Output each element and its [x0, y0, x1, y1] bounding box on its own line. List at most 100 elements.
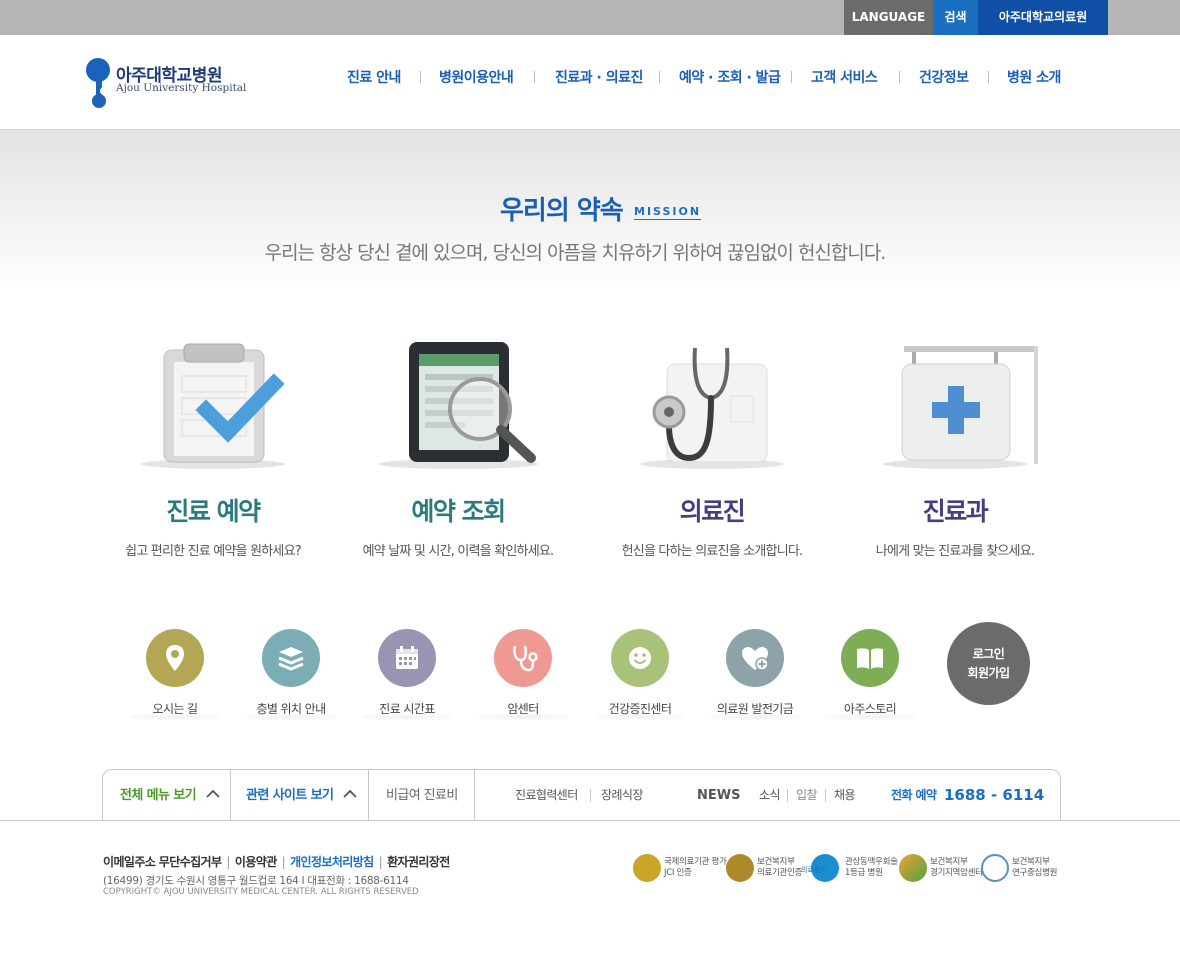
nav-about[interactable]: 병원 소개 — [1007, 67, 1061, 87]
language-button[interactable]: LANGUAGE — [844, 0, 933, 35]
all-menu-label: 전체 메뉴 보기 — [120, 788, 197, 803]
cert-text: 보건복지부 경기지역암센터 — [930, 857, 983, 879]
quick-floor-guide[interactable]: 층별 위치 안내 — [236, 628, 346, 720]
nav-divider — [791, 71, 792, 83]
footer-links: 이메일주소 무단수집거부 | 이용약관 | 개인정보처리방침 | 환자권리장전 — [103, 853, 450, 870]
nav-divider — [659, 71, 660, 83]
heart-plus-icon — [726, 629, 784, 687]
cert-jci[interactable]: 국제의료기관 평가 JCI 인증 — [633, 852, 727, 886]
partner-center-link[interactable]: 진료협력센터 — [515, 770, 578, 821]
phone-number[interactable]: 1688 - 6114 — [944, 770, 1044, 821]
quick-shadow — [130, 714, 220, 720]
news-label: NEWS — [697, 788, 741, 803]
chevron-up-icon — [343, 789, 357, 798]
cert-accreditation[interactable]: 보건복지부 의료기관인증 — [726, 852, 804, 886]
quick-shadow — [478, 714, 568, 720]
cert-line1: 보건복지부 — [930, 857, 968, 867]
related-sites-button[interactable]: 관련 사이트 보기 — [246, 770, 357, 821]
quick-cancer-center[interactable]: 암센터 — [468, 628, 578, 720]
news-item-recruit[interactable]: 채용 — [834, 770, 855, 821]
jci-seal-icon — [633, 854, 661, 882]
service-reservation[interactable]: 진료 예약 쉽고 편리한 진료 예약을 원하세요? — [98, 330, 328, 570]
stethoscope-icon — [494, 629, 552, 687]
quick-directions[interactable]: 오시는 길 — [120, 628, 230, 720]
mission-tag: MISSION — [634, 205, 702, 220]
patient-rights-link[interactable]: 환자권리장전 — [387, 855, 450, 869]
quick-schedule[interactable]: 진료 시간표 — [352, 628, 462, 720]
terms-link[interactable]: 이용약관 — [235, 855, 277, 869]
calendar-icon — [378, 629, 436, 687]
login-label: 로그인 — [972, 647, 1005, 661]
cert-text: 보건복지부 연구중심병원 — [1012, 857, 1057, 879]
footer-quick-bar: 전체 메뉴 보기 관련 사이트 보기 비급여 진료비 진료협력센터 장례식장 N… — [102, 769, 1061, 821]
utility-bar: LANGUAGE 검색 아주대학교의료원 — [0, 0, 1180, 35]
quick-shadow — [246, 714, 336, 720]
research-hospital-seal-icon — [981, 854, 1009, 882]
cert-line1: 관상동맥우회술 — [845, 857, 898, 867]
all-menu-button[interactable]: 전체 메뉴 보기 — [120, 770, 220, 821]
nav-care-guide[interactable]: 진료 안내 — [347, 67, 401, 87]
funeral-hall-link[interactable]: 장례식장 — [601, 770, 643, 821]
accreditation-seal-icon — [726, 854, 754, 882]
mission-title: 우리의 약속 — [500, 196, 624, 226]
news-item-bid[interactable]: 입찰 — [796, 770, 817, 821]
nav-divider — [534, 71, 535, 83]
smile-icon — [611, 629, 669, 687]
nav-divider — [899, 71, 900, 83]
cert-line1: 보건복지부 — [1012, 857, 1050, 867]
cert-cabg[interactable]: 의료평가 관상동맥우회술 1등급 병원 — [801, 852, 899, 886]
bar-divider — [230, 770, 231, 821]
nav-departments-doctors[interactable]: 진료과 · 의료진 — [555, 67, 643, 87]
site-header: 아주대학교병원 Ajou University Hospital 진료 안내 병… — [0, 35, 1180, 130]
quick-shadow — [362, 714, 452, 720]
hospital-sign-icon — [870, 340, 1040, 470]
main-navigation: 진료 안내 병원이용안내 진료과 · 의료진 예약 · 조회 · 발급 고객 서… — [0, 67, 1180, 87]
cert-line2: 의료기관인증 — [757, 868, 803, 878]
email-refusal-link[interactable]: 이메일주소 무단수집거부 — [103, 855, 222, 869]
cert-line1: 국제의료기관 평가 — [664, 857, 727, 867]
medical-center-link[interactable]: 아주대학교의료원 — [978, 0, 1108, 35]
non-covered-fee-link[interactable]: 비급여 진료비 — [386, 770, 458, 821]
map-pin-icon — [146, 629, 204, 687]
cert-line2: 1등급 병원 — [845, 868, 883, 878]
footer-address: (16499) 경기도 수원시 영통구 월드컵로 164 I 대표전화 : 16… — [103, 875, 409, 887]
quick-ajou-story[interactable]: 아주스토리 — [815, 628, 925, 720]
nav-reservation[interactable]: 예약 · 조회 · 발급 — [679, 67, 781, 87]
quick-shadow — [710, 714, 800, 720]
nav-health-info[interactable]: 건강정보 — [919, 67, 969, 87]
service-departments[interactable]: 진료과 나에게 맞는 진료과를 찾으세요. — [840, 330, 1070, 570]
phone-reservation-label: 전화 예약 — [891, 788, 937, 802]
quick-development-fund[interactable]: 의료원 발전기금 — [700, 628, 810, 720]
cert-research-hospital[interactable]: 보건복지부 연구중심병원 — [981, 852, 1061, 886]
cert-text: 보건복지부 의료기관인증 — [757, 857, 802, 879]
quick-shadow — [825, 714, 915, 720]
stethoscope-icon — [627, 340, 797, 470]
login-signup-button[interactable]: 로그인 회원가입 — [947, 622, 1030, 705]
clipboard-check-icon — [128, 340, 298, 470]
cert-line2: 연구중심병원 — [1012, 868, 1058, 878]
service-description: 쉽고 편리한 진료 예약을 원하세요? — [125, 544, 301, 559]
service-reservation-inquiry[interactable]: 예약 조회 예약 날짜 및 시간, 이력을 확인하세요. — [343, 330, 573, 570]
privacy-policy-link[interactable]: 개인정보처리방침 — [290, 855, 374, 869]
search-button[interactable]: 검색 — [933, 0, 978, 35]
quick-health-center[interactable]: 건강증진센터 — [585, 628, 695, 720]
cert-text: 관상동맥우회술 1등급 병원 — [845, 857, 898, 879]
bar-divider — [368, 770, 369, 821]
nav-divider — [420, 71, 421, 83]
footer-divider — [0, 820, 1180, 821]
nav-divider — [988, 71, 989, 83]
book-icon — [841, 629, 899, 687]
signup-label: 회원가입 — [967, 666, 1010, 680]
nav-customer-service[interactable]: 고객 서비스 — [811, 67, 878, 87]
link-separator: | — [281, 855, 286, 869]
service-description: 나에게 맞는 진료과를 찾으세요. — [875, 544, 1035, 559]
cert-badge-text: 의료평가 — [801, 866, 827, 874]
bar-divider — [787, 789, 788, 802]
bar-divider — [590, 789, 591, 802]
nav-hospital-use[interactable]: 병원이용안내 — [439, 67, 514, 87]
service-doctors[interactable]: 의료진 헌신을 다하는 의료진을 소개합니다. — [597, 330, 827, 570]
link-separator: | — [226, 855, 230, 869]
news-item-notice[interactable]: 소식 — [759, 770, 780, 821]
cert-cancer-center[interactable]: 보건복지부 경기지역암센터 — [899, 852, 983, 886]
service-title: 진료과 — [922, 497, 989, 526]
